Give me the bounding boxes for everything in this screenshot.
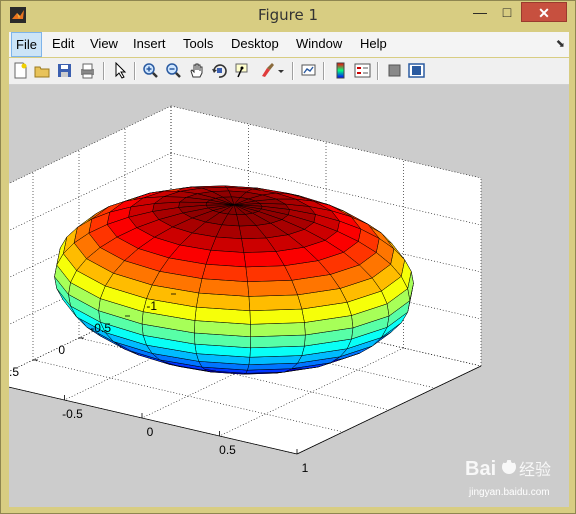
title-bar[interactable]: Figure 1 — □ ✕ (1, 1, 575, 31)
menu-edit[interactable]: Edit (52, 36, 74, 51)
surface-patch (210, 236, 245, 253)
toolbar-separator (134, 62, 136, 80)
print-icon[interactable] (79, 62, 96, 79)
menu-bar: File Edit View Insert Tools Desktop Wind… (9, 32, 569, 57)
show-plot-tools-icon[interactable] (408, 62, 425, 79)
open-file-icon[interactable] (34, 62, 51, 79)
y-tick-label: -1 (146, 299, 157, 313)
surface-patch (250, 322, 306, 338)
link-plot-icon[interactable] (300, 62, 317, 79)
surface-patch (201, 264, 248, 282)
minimize-button[interactable]: — (467, 2, 493, 22)
surface-patch (249, 308, 305, 325)
y-tick-label: 0.5 (9, 365, 19, 379)
x-tick-label: 0 (147, 425, 154, 439)
data-cursor-icon[interactable] (234, 62, 251, 79)
menu-view[interactable]: View (90, 36, 118, 51)
surface-patch (250, 334, 306, 349)
menu-insert[interactable]: Insert (133, 36, 166, 51)
x-tick-label: 1 (302, 461, 309, 475)
figure-window: Figure 1 — □ ✕ File Edit View Insert Too… (0, 0, 576, 514)
watermark-url: jingyan.baidu.com (469, 487, 550, 498)
menu-file[interactable]: File (11, 32, 42, 57)
figure-canvas[interactable]: -1-0.500.51-1-0.500.51-1-0.500.51 (9, 85, 569, 507)
new-figure-icon[interactable] (12, 62, 29, 79)
surface-patch (248, 294, 303, 311)
edit-plot-arrow-icon[interactable] (112, 62, 129, 79)
menu-desktop[interactable]: Desktop (231, 36, 279, 51)
menu-help[interactable]: Help (360, 36, 387, 51)
toolbar-separator (377, 62, 379, 80)
axes-3d[interactable]: -1-0.500.51-1-0.500.51-1-0.500.51 (9, 85, 569, 507)
rotate-3d-icon[interactable] (211, 62, 228, 79)
insert-legend-icon[interactable] (354, 62, 371, 79)
y-tick-label: 0 (58, 343, 65, 357)
hide-plot-tools-icon[interactable] (386, 62, 403, 79)
x-tick-label: 0.5 (219, 443, 236, 457)
menu-window[interactable]: Window (296, 36, 342, 51)
pan-hand-icon[interactable] (188, 62, 205, 79)
brush-icon[interactable] (258, 62, 275, 79)
figure-toolbar (9, 58, 569, 85)
save-icon[interactable] (56, 62, 73, 79)
toolbar-separator (292, 62, 294, 80)
dock-arrow-icon[interactable]: ⬊ (556, 37, 565, 50)
close-button[interactable]: ✕ (521, 2, 567, 22)
svg-text:Bai: Bai (465, 458, 496, 480)
toolbar-separator (103, 62, 105, 80)
insert-colorbar-icon[interactable] (332, 62, 349, 79)
menu-tools[interactable]: Tools (183, 36, 213, 51)
y-tick-label: -0.5 (90, 321, 111, 335)
toolbar-separator (323, 62, 325, 80)
svg-text:经验: 经验 (519, 460, 551, 479)
surface-patch (247, 280, 298, 297)
maximize-button[interactable]: □ (494, 2, 520, 22)
surface-patch (245, 265, 293, 282)
zoom-in-icon[interactable] (142, 62, 159, 79)
brush-dropdown-icon[interactable] (276, 62, 286, 79)
x-tick-label: -0.5 (62, 407, 83, 421)
zoom-out-icon[interactable] (165, 62, 182, 79)
